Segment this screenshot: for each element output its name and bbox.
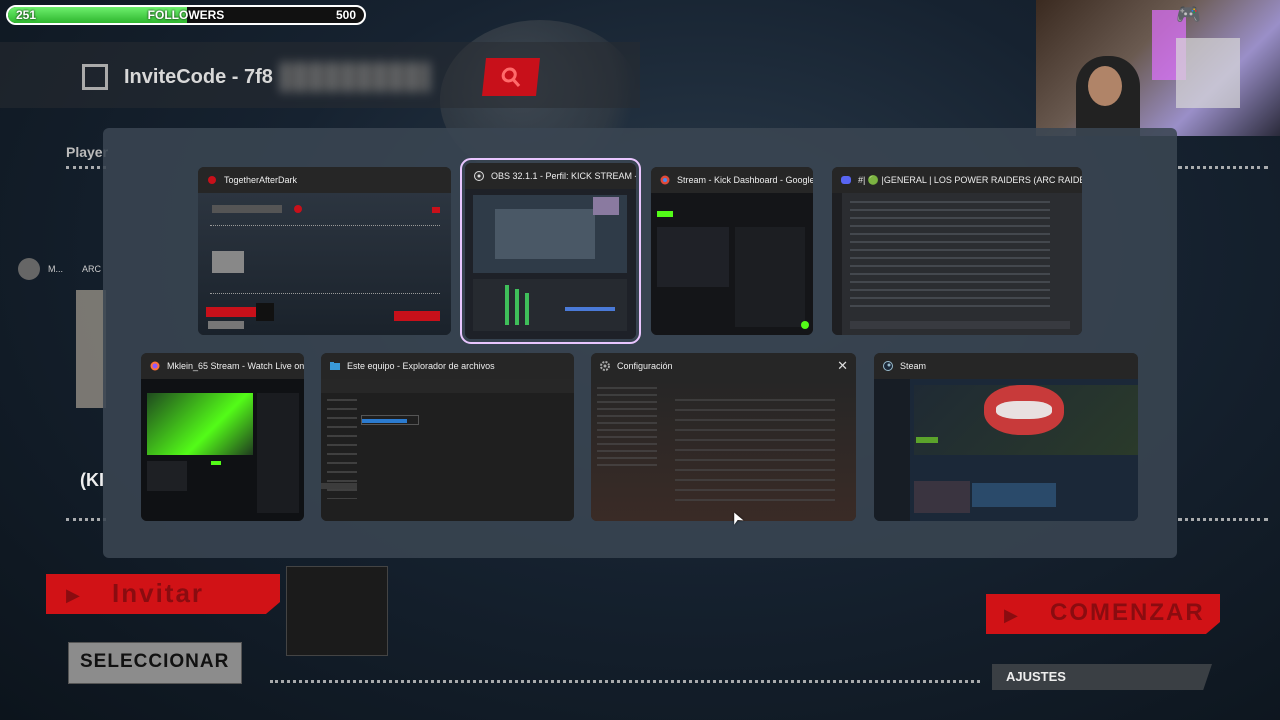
- window-thumb-together-after-dark[interactable]: TogetherAfterDark: [198, 167, 451, 335]
- play-icon: ▶: [66, 585, 80, 605]
- gamepad-icon: 🎮: [1176, 4, 1201, 26]
- window-preview: [651, 193, 813, 335]
- followers-label: FOLLOWERS: [147, 8, 225, 22]
- window-title-bar: Stream - Kick Dashboard - Google...: [651, 167, 813, 193]
- window-thumb-settings[interactable]: Configuración ✕: [591, 353, 856, 521]
- followers-goal-bar: 251 FOLLOWERS 500: [6, 5, 366, 25]
- window-title: Este equipo - Explorador de archivos: [347, 361, 495, 371]
- player-name: M...: [48, 264, 63, 274]
- steam-icon: [882, 360, 894, 372]
- select-button-label: SELECCIONAR: [80, 651, 230, 672]
- obs-icon: [473, 170, 485, 182]
- window-preview: [198, 193, 451, 335]
- window-preview: [591, 379, 856, 521]
- window-title: Configuración: [617, 361, 673, 371]
- window-title-bar: TogetherAfterDark: [198, 167, 451, 193]
- window-thumb-file-explorer[interactable]: Este equipo - Explorador de archivos: [321, 353, 574, 521]
- window-title-bar: Este equipo - Explorador de archivos: [321, 353, 574, 379]
- window-title: Stream - Kick Dashboard - Google...: [677, 175, 813, 185]
- play-icon: ▶: [1004, 605, 1018, 625]
- start-button-label: COMENZAR: [1050, 599, 1205, 626]
- gear-icon: [599, 360, 611, 372]
- window-title: OBS 32.1.1 - Perfil: KICK STREAM - E...: [491, 171, 636, 181]
- window-thumb-discord[interactable]: #| 🟢 |GENERAL | LOS POWER RAIDERS (ARC R…: [832, 167, 1082, 335]
- divider-dotted: [270, 680, 980, 683]
- folder-icon: [329, 360, 341, 372]
- window-title-bar: OBS 32.1.1 - Perfil: KICK STREAM - E...: [465, 163, 636, 189]
- window-thumb-obs[interactable]: OBS 32.1.1 - Perfil: KICK STREAM - E...: [460, 158, 641, 344]
- divider-dotted: [66, 518, 106, 521]
- window-title: Steam: [900, 361, 927, 371]
- search-button[interactable]: [482, 58, 540, 96]
- window-preview: [141, 379, 304, 521]
- webcam-overlay: 🎮: [1036, 0, 1280, 136]
- window-title-bar: Steam: [874, 353, 1138, 379]
- invite-code-label: InviteCode - 7f8: [124, 66, 273, 88]
- player-tag: ARC: [82, 264, 102, 274]
- window-title-bar: Configuración ✕: [591, 353, 856, 379]
- character-card: [76, 290, 106, 408]
- followers-goal: 500: [335, 8, 356, 22]
- close-icon[interactable]: ✕: [837, 358, 848, 374]
- invite-code-redacted: [280, 62, 430, 92]
- window-title: TogetherAfterDark: [224, 175, 298, 185]
- window-title: #| 🟢 |GENERAL | LOS POWER RAIDERS (ARC R…: [858, 174, 1082, 185]
- window-preview: [832, 193, 1082, 335]
- invite-code-checkbox[interactable]: [82, 64, 108, 90]
- streamer-face: [1088, 66, 1122, 106]
- window-title: Mklein_65 Stream - Watch Live on...: [167, 361, 304, 371]
- window-title-bar: Mklein_65 Stream - Watch Live on...: [141, 353, 304, 379]
- map-preview[interactable]: [286, 566, 388, 656]
- invite-button-label: Invitar: [112, 578, 205, 608]
- window-title-bar: #| 🟢 |GENERAL | LOS POWER RAIDERS (ARC R…: [832, 167, 1082, 193]
- firefox-icon: [149, 360, 161, 372]
- settings-button-label: AJUSTES: [1006, 669, 1066, 684]
- window-preview: [321, 379, 574, 521]
- game-icon: [206, 174, 218, 186]
- players-label: Player: [66, 144, 109, 160]
- window-thumb-steam[interactable]: Steam: [874, 353, 1138, 521]
- divider-dotted: [66, 166, 106, 169]
- webcam-monitor: [1176, 38, 1240, 108]
- window-preview: [465, 189, 636, 339]
- divider-dotted: [1178, 518, 1268, 521]
- window-thumb-kick-stream[interactable]: Mklein_65 Stream - Watch Live on...: [141, 353, 304, 521]
- discord-icon: [840, 174, 852, 186]
- window-thumb-kick-dashboard[interactable]: Stream - Kick Dashboard - Google...: [651, 167, 813, 335]
- window-preview: [874, 379, 1138, 521]
- avatar: [18, 258, 40, 280]
- search-icon: [501, 67, 521, 88]
- player-kick-label: (KI: [80, 470, 104, 490]
- chrome-icon: [659, 174, 671, 186]
- divider-dotted: [1178, 166, 1268, 169]
